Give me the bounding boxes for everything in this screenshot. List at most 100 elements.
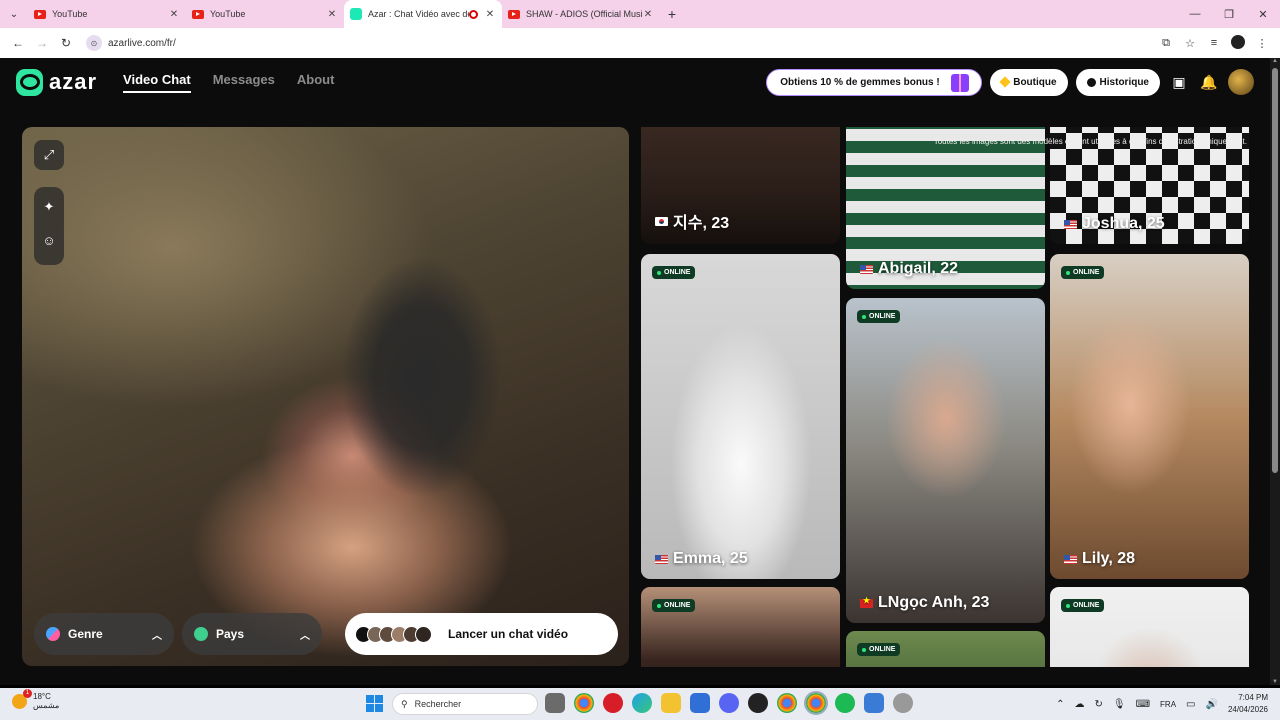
nav-messages[interactable]: Messages (213, 72, 275, 93)
online-badge: ONLINE (1061, 599, 1105, 612)
sync-icon[interactable]: ↻ (1095, 699, 1103, 710)
tab-youtube-2[interactable]: YouTube ✕ (186, 0, 344, 28)
browser-menu-icon[interactable]: ⋮ (1250, 37, 1274, 50)
window-controls: — ❐ ✕ (1178, 8, 1280, 21)
close-tab-icon[interactable]: ✕ (326, 9, 338, 20)
chrome-active-icon[interactable] (804, 691, 828, 715)
profile-card[interactable]: ONLINE Lily, 28 (1050, 254, 1249, 579)
expand-icon[interactable]: ⤢ (34, 140, 64, 170)
app-icon[interactable] (864, 693, 884, 713)
online-badge: ONLINE (857, 310, 901, 323)
clock-icon (1086, 77, 1096, 87)
windows-taskbar: 18°C مشمس ⚲ Rechercher ⌃ ☁ ↻ 🎙 ⌨ FRA ▭ 🔊… (0, 688, 1280, 720)
minimize-icon[interactable]: — (1178, 8, 1212, 21)
bookmark-star-icon[interactable]: ☆ (1178, 37, 1202, 50)
tab-shaw-adios[interactable]: SHAW - ADIOS (Official Music V ✕ (502, 0, 660, 28)
korea-flag-icon (655, 216, 668, 226)
scroll-down-icon[interactable]: ▼ (1270, 679, 1280, 685)
settings-icon[interactable] (893, 693, 913, 713)
us-flag-icon (1064, 219, 1077, 229)
close-tab-icon[interactable]: ✕ (168, 9, 180, 20)
header-actions: Obtiens 10 % de gemmes bonus ! Boutique … (766, 68, 1254, 96)
close-tab-icon[interactable]: ✕ (484, 9, 496, 20)
weather-widget[interactable]: 18°C مشمس (12, 688, 60, 710)
nav-about[interactable]: About (297, 72, 335, 93)
opera-icon[interactable] (603, 693, 623, 713)
history-button[interactable]: Historique (1075, 68, 1160, 96)
history-label: Historique (1099, 76, 1149, 88)
gender-filter-button[interactable]: Genre ︿ (34, 613, 174, 655)
app-header: azar Video Chat Messages About Obtiens 1… (0, 58, 1270, 106)
profile-card[interactable]: ONLINE (846, 631, 1045, 667)
reload-icon[interactable]: ↻ (54, 36, 78, 50)
taskbar-clock[interactable]: 7:04 PM 24/04/2026 (1228, 692, 1268, 716)
profile-card[interactable]: 지수, 23 (641, 127, 840, 244)
nav-video-chat[interactable]: Video Chat (123, 72, 191, 93)
close-tab-icon[interactable]: ✕ (642, 9, 654, 20)
country-filter-button[interactable]: Pays ︿ (182, 613, 322, 655)
spotify-icon[interactable] (835, 693, 855, 713)
cast-icon[interactable]: ⧉ (1154, 37, 1178, 50)
online-badge: ONLINE (652, 599, 696, 612)
video-effects-toolbar: ✦ ☺ (34, 187, 64, 265)
tab-azar[interactable]: Azar : Chat Vidéo avec de n ✕ (344, 0, 502, 28)
page-scrollbar[interactable]: ▲ ▼ (1270, 58, 1280, 685)
search-icon: ⚲ (401, 698, 408, 709)
microphone-icon[interactable]: 🎙 (1113, 699, 1126, 710)
keyboard-icon[interactable]: ⌨ (1136, 699, 1150, 710)
tab-search-icon[interactable]: ⌄ (0, 0, 28, 28)
discord-icon[interactable] (719, 693, 739, 713)
shop-button[interactable]: Boutique (990, 68, 1068, 96)
country-label: Pays (216, 627, 245, 641)
chevron-up-icon[interactable]: ⌃ (1056, 699, 1064, 710)
azar-logo[interactable]: azar (16, 68, 97, 96)
windows-start-icon[interactable] (366, 695, 383, 712)
scroll-up-icon[interactable]: ▲ (1270, 58, 1280, 64)
magic-wand-icon[interactable]: ✦ (34, 199, 64, 215)
volume-icon[interactable]: 🔊 (1206, 699, 1218, 710)
back-icon[interactable]: ← (6, 36, 30, 50)
chrome-icon[interactable] (574, 693, 594, 713)
chevron-up-icon: ︿ (152, 630, 162, 642)
scrollbar-thumb[interactable] (1272, 68, 1278, 473)
chrome-profile-icon[interactable] (777, 693, 797, 713)
model-disclaimer: Toutes les images sont des modèles et so… (933, 137, 1247, 146)
media-controls-icon[interactable]: ≡ (1202, 37, 1226, 49)
user-avatar[interactable] (1228, 69, 1254, 95)
face-sticker-icon[interactable]: ☺ (34, 233, 64, 248)
profile-card[interactable]: ONLINE Emma, 25 (641, 254, 840, 579)
launch-video-chat-button[interactable]: Lancer un chat vidéo (345, 613, 618, 655)
cloud-icon[interactable]: ☁ (1075, 699, 1085, 710)
azar-favicon-icon (350, 8, 362, 20)
shop-label: Boutique (1013, 76, 1057, 88)
inbox-icon[interactable]: ▣ (1168, 71, 1190, 93)
restore-icon[interactable]: ❐ (1212, 8, 1246, 21)
new-tab-icon[interactable]: + (660, 6, 684, 22)
weather-condition: مشمس (33, 701, 60, 710)
task-view-icon[interactable] (545, 693, 565, 713)
notification-bell-icon[interactable]: 🔔 (1198, 71, 1220, 93)
taskbar-search[interactable]: ⚲ Rechercher (392, 693, 538, 715)
profile-card[interactable]: ONLINE (641, 587, 840, 667)
address-bar: ← → ↻ ⊙ azarlive.com/fr/ ⧉ ☆ ≡ ⋮ (0, 28, 1280, 58)
main-nav: Video Chat Messages About (123, 72, 334, 93)
tab-title: SHAW - ADIOS (Official Music V (526, 9, 642, 19)
us-flag-icon (1064, 554, 1077, 564)
language-indicator[interactable]: FRA (1160, 700, 1176, 709)
store-icon[interactable] (690, 693, 710, 713)
forward-icon[interactable]: → (30, 36, 54, 50)
network-icon[interactable]: ▭ (1186, 699, 1195, 710)
edge-icon[interactable] (632, 693, 652, 713)
close-window-icon[interactable]: ✕ (1246, 8, 1280, 21)
file-explorer-icon[interactable] (661, 693, 681, 713)
url-field[interactable]: ⊙ azarlive.com/fr/ (86, 32, 1154, 54)
profile-card[interactable]: Abigail, 22 (846, 127, 1045, 289)
gems-promo-button[interactable]: Obtiens 10 % de gemmes bonus ! (766, 68, 983, 96)
obs-icon[interactable] (748, 693, 768, 713)
profile-card[interactable]: ONLINE (1050, 587, 1249, 667)
profile-card[interactable]: ONLINE LNgọc Anh, 23 (846, 298, 1045, 623)
azar-app: azar Video Chat Messages About Obtiens 1… (0, 58, 1270, 685)
tab-youtube-1[interactable]: YouTube ✕ (28, 0, 186, 28)
site-info-icon[interactable]: ⊙ (86, 35, 102, 51)
profile-icon[interactable] (1226, 34, 1250, 52)
